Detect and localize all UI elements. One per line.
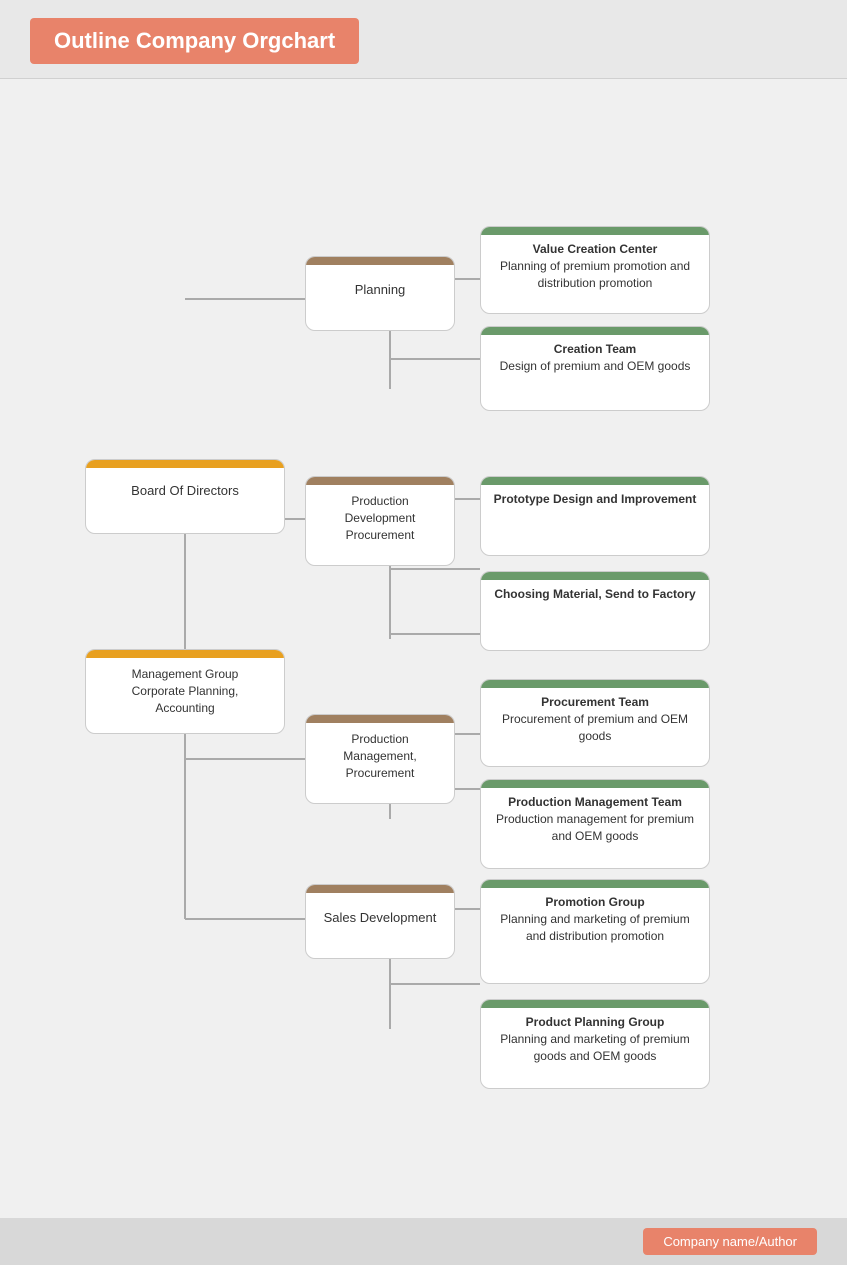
production-mgmt-node: ProductionManagement,Procurement — [305, 714, 455, 804]
production-mgmt-team-node: Production Management TeamProduction man… — [480, 779, 710, 869]
procurement-team-node: Procurement TeamProcurement of premium a… — [480, 679, 710, 767]
creation-team-label: Creation TeamDesign of premium and OEM g… — [481, 335, 709, 385]
management-bar — [86, 650, 284, 658]
production-dev-node: ProductionDevelopmentProcurement — [305, 476, 455, 566]
choosing-material-label: Choosing Material, Send to Factory — [481, 580, 709, 613]
planning-label: Planning — [306, 265, 454, 309]
promotion-group-node: Promotion GroupPlanning and marketing of… — [480, 879, 710, 984]
board-node: Board Of Directors — [85, 459, 285, 534]
choosing-material-node: Choosing Material, Send to Factory — [480, 571, 710, 651]
value-creation-label: Value Creation CenterPlanning of premium… — [481, 235, 709, 301]
page-title: Outline Company Orgchart — [30, 18, 359, 64]
creation-team-bar — [481, 327, 709, 335]
promotion-group-bar — [481, 880, 709, 888]
planning-bar — [306, 257, 454, 265]
prototype-node: Prototype Design and Improvement — [480, 476, 710, 556]
board-bar — [86, 460, 284, 468]
production-dev-label: ProductionDevelopmentProcurement — [306, 485, 454, 553]
sales-dev-node: Sales Development — [305, 884, 455, 959]
product-planning-node: Product Planning GroupPlanning and marke… — [480, 999, 710, 1089]
production-mgmt-team-bar — [481, 780, 709, 788]
chart-area: Board Of Directors Management GroupCorpo… — [0, 79, 847, 1219]
prototype-label: Prototype Design and Improvement — [481, 485, 709, 518]
production-mgmt-label: ProductionManagement,Procurement — [306, 723, 454, 791]
procurement-team-label: Procurement TeamProcurement of premium a… — [481, 688, 709, 754]
production-dev-bar — [306, 477, 454, 485]
prototype-bar — [481, 477, 709, 485]
footer: Company name/Author — [0, 1218, 847, 1265]
management-node: Management GroupCorporate Planning,Accou… — [85, 649, 285, 734]
creation-team-node: Creation TeamDesign of premium and OEM g… — [480, 326, 710, 411]
procurement-team-bar — [481, 680, 709, 688]
production-mgmt-team-label: Production Management TeamProduction man… — [481, 788, 709, 854]
sales-dev-label: Sales Development — [306, 893, 454, 937]
product-planning-label: Product Planning GroupPlanning and marke… — [481, 1008, 709, 1074]
choosing-material-bar — [481, 572, 709, 580]
value-creation-node: Value Creation CenterPlanning of premium… — [480, 226, 710, 314]
production-mgmt-bar — [306, 715, 454, 723]
board-label: Board Of Directors — [86, 468, 284, 510]
value-creation-bar — [481, 227, 709, 235]
footer-label: Company name/Author — [643, 1228, 817, 1255]
promotion-group-label: Promotion GroupPlanning and marketing of… — [481, 888, 709, 954]
page: Outline Company Orgchart — [0, 0, 847, 1265]
sales-dev-bar — [306, 885, 454, 893]
product-planning-bar — [481, 1000, 709, 1008]
management-label: Management GroupCorporate Planning,Accou… — [86, 658, 284, 726]
planning-node: Planning — [305, 256, 455, 331]
header: Outline Company Orgchart — [0, 0, 847, 79]
